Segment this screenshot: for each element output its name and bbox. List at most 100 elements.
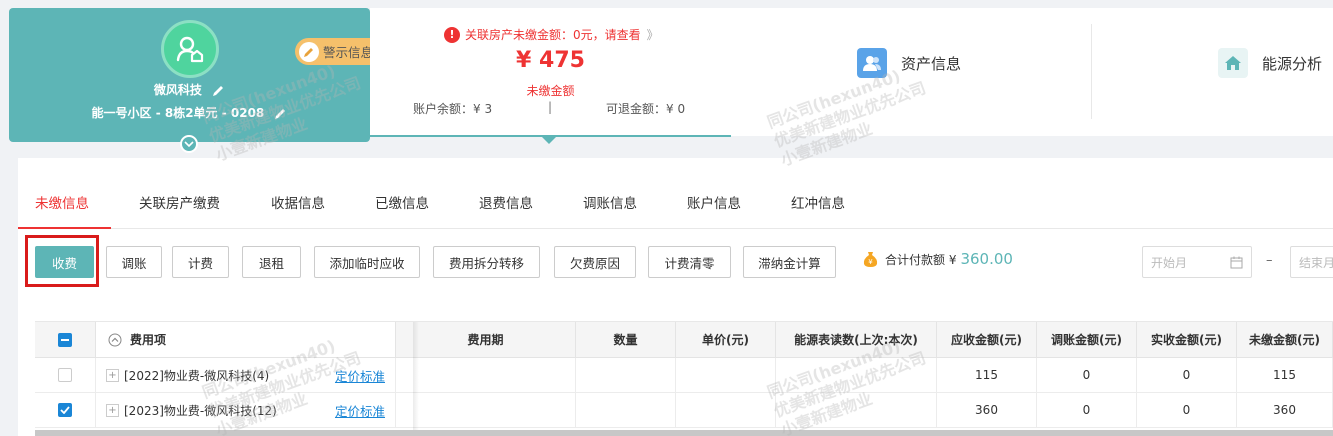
users-icon bbox=[857, 48, 887, 78]
fee-item-name: [2022]物业费-微风科技(4) bbox=[124, 368, 270, 383]
billing-clear-button[interactable]: 计费清零 bbox=[648, 246, 731, 278]
row-unit-price bbox=[676, 358, 776, 393]
start-month-placeholder: 开始月 bbox=[1151, 255, 1188, 270]
tab-bar: 未缴信息 关联房产缴费 收据信息 已缴信息 退费信息 调账信息 账户信息 红冲信… bbox=[18, 158, 1333, 229]
asset-info-label: 资产信息 bbox=[901, 54, 962, 73]
page-root: 微风科技 能一号小区 - 8栋2单元 - 0208 警示信息 ! 关联房产未缴金… bbox=[0, 0, 1333, 436]
row-period bbox=[396, 393, 576, 428]
row-received: 0 bbox=[1137, 393, 1237, 428]
expand-plus-icon[interactable]: + bbox=[106, 403, 119, 417]
header-fee-item: 费用项 bbox=[96, 322, 396, 358]
row-unpaid: 115 bbox=[1237, 358, 1333, 393]
owner-card[interactable]: 微风科技 能一号小区 - 8栋2单元 - 0208 警示信息 bbox=[9, 8, 383, 142]
nav-panel: 资产信息 能源分析 bbox=[731, 8, 1333, 136]
tab-reversal-info[interactable]: 红冲信息 bbox=[791, 192, 845, 212]
main-content: 未缴信息 关联房产缴费 收据信息 已缴信息 退费信息 调账信息 账户信息 红冲信… bbox=[18, 158, 1333, 436]
horizontal-scrollbar[interactable] bbox=[35, 430, 1333, 436]
header-fee-item-label: 费用项 bbox=[130, 333, 167, 347]
header-received: 实收金额(元) bbox=[1137, 322, 1237, 358]
pricing-standard-link[interactable]: 定价标准 bbox=[335, 366, 385, 385]
header-period: 费用期 bbox=[396, 322, 576, 358]
user-home-icon bbox=[176, 36, 204, 63]
total-payment: ¥ 合计付款额 ¥ 360.00 bbox=[862, 250, 1013, 268]
tab-paid-info[interactable]: 已缴信息 bbox=[375, 192, 429, 212]
unpaid-amount-label: 未缴金额 bbox=[526, 84, 575, 98]
pencil-badge-icon bbox=[299, 41, 319, 62]
total-value: 360.00 bbox=[960, 250, 1013, 268]
select-all-checkbox[interactable] bbox=[58, 332, 72, 347]
tab-refund-info[interactable]: 退费信息 bbox=[479, 192, 533, 212]
header-unpaid: 未缴金额(元) bbox=[1237, 322, 1333, 358]
row-unpaid: 360 bbox=[1237, 393, 1333, 428]
tab-linked-property-payment[interactable]: 关联房产缴费 bbox=[139, 192, 220, 212]
tab-adjust-info[interactable]: 调账信息 bbox=[583, 192, 637, 212]
pricing-standard-link[interactable]: 定价标准 bbox=[335, 401, 385, 420]
table-row-select[interactable] bbox=[35, 393, 96, 428]
end-month-input[interactable]: 结束月 bbox=[1290, 246, 1333, 278]
warning-tag-label: 警示信息 bbox=[323, 45, 374, 60]
edit-pencil-icon[interactable] bbox=[212, 84, 225, 97]
row-adjust-amount: 0 bbox=[1037, 393, 1137, 428]
split-transfer-button[interactable]: 费用拆分转移 bbox=[433, 246, 540, 278]
linked-property-alert[interactable]: ! 关联房产未缴金额：0元，请查看 》 bbox=[444, 26, 659, 43]
active-tab-underline bbox=[18, 227, 111, 229]
svg-text:¥: ¥ bbox=[868, 258, 873, 266]
header-quantity: 数量 bbox=[576, 322, 676, 358]
billing-button[interactable]: 计费 bbox=[172, 246, 229, 278]
header-adjust-amount: 调账金额(元) bbox=[1037, 322, 1137, 358]
row-checkbox[interactable] bbox=[58, 368, 72, 382]
row-meter bbox=[776, 393, 937, 428]
end-month-placeholder: 结束月 bbox=[1299, 255, 1333, 270]
double-chevron-right-icon[interactable]: 》 bbox=[647, 26, 659, 43]
fee-item-name: [2023]物业费-微风科技(12) bbox=[124, 403, 277, 418]
amount-panel[interactable]: ! 关联房产未缴金额：0元，请查看 》 ¥ 475 未缴金额 账户余额：¥ 3 … bbox=[370, 8, 731, 144]
exclamation-icon: ! bbox=[444, 26, 460, 43]
edit-pencil-icon[interactable] bbox=[274, 107, 287, 120]
unpaid-amount-value: ¥ 475 bbox=[516, 48, 585, 73]
start-month-input[interactable]: 开始月 bbox=[1142, 246, 1252, 278]
chevron-down-icon[interactable] bbox=[180, 135, 198, 153]
row-unit-price bbox=[676, 393, 776, 428]
owner-name-row: 微风科技 bbox=[9, 81, 370, 98]
header-meter: 能源表读数(上次:本次) bbox=[776, 322, 937, 358]
expand-plus-icon[interactable]: + bbox=[106, 368, 119, 382]
row-checkbox-checked[interactable] bbox=[58, 403, 72, 417]
active-panel-pointer bbox=[542, 137, 556, 144]
money-bag-icon: ¥ bbox=[863, 251, 878, 267]
row-receivable: 115 bbox=[937, 358, 1037, 393]
tab-account-info[interactable]: 账户信息 bbox=[687, 192, 741, 212]
adjust-button[interactable]: 调账 bbox=[106, 246, 162, 278]
owner-address-row: 能一号小区 - 8栋2单元 - 0208 bbox=[9, 104, 370, 121]
asset-info-nav[interactable]: 资产信息 bbox=[857, 48, 961, 78]
calendar-icon bbox=[1230, 256, 1243, 269]
divider: | bbox=[548, 100, 553, 114]
header-select-all[interactable] bbox=[35, 322, 96, 358]
energy-analysis-label: 能源分析 bbox=[1262, 54, 1323, 73]
header-receivable: 应收金额(元) bbox=[937, 322, 1037, 358]
arrears-reason-button[interactable]: 欠费原因 bbox=[554, 246, 636, 278]
total-label: 合计付款额 ¥ bbox=[885, 252, 957, 267]
collapse-circle-icon[interactable] bbox=[108, 333, 122, 347]
late-fee-calc-button[interactable]: 滞纳金计算 bbox=[743, 246, 836, 278]
highlight-box bbox=[25, 235, 99, 287]
frozen-column-shadow bbox=[413, 322, 419, 432]
fee-table: 费用项 费用期 数量 单价(元) 能源表读数(上次:本次) 应收金额(元) 调账… bbox=[35, 321, 1333, 436]
owner-avatar bbox=[161, 20, 219, 78]
owner-name: 微风科技 bbox=[153, 83, 202, 97]
alert-text: 关联房产未缴金额：0元，请查看 bbox=[465, 28, 641, 42]
tab-unpaid-info[interactable]: 未缴信息 bbox=[35, 192, 89, 212]
home-icon bbox=[1218, 48, 1248, 78]
table-row-fee-item: + [2022]物业费-微风科技(4) 定价标准 bbox=[96, 358, 396, 393]
energy-analysis-nav[interactable]: 能源分析 bbox=[1218, 48, 1322, 78]
row-period bbox=[396, 358, 576, 393]
header-area: 微风科技 能一号小区 - 8栋2单元 - 0208 警示信息 ! 关联房产未缴金… bbox=[0, 0, 1333, 153]
row-adjust-amount: 0 bbox=[1037, 358, 1137, 393]
account-balance: 账户余额：¥ 3 bbox=[413, 102, 493, 116]
add-temp-receivable-button[interactable]: 添加临时应收 bbox=[314, 246, 420, 278]
refundable-amount: 可退金额：¥ 0 bbox=[606, 102, 686, 116]
row-received: 0 bbox=[1137, 358, 1237, 393]
rent-back-button[interactable]: 退租 bbox=[242, 246, 301, 278]
table-row-select[interactable] bbox=[35, 358, 96, 393]
tab-receipt-info[interactable]: 收据信息 bbox=[271, 192, 325, 212]
header-unit-price: 单价(元) bbox=[676, 322, 776, 358]
